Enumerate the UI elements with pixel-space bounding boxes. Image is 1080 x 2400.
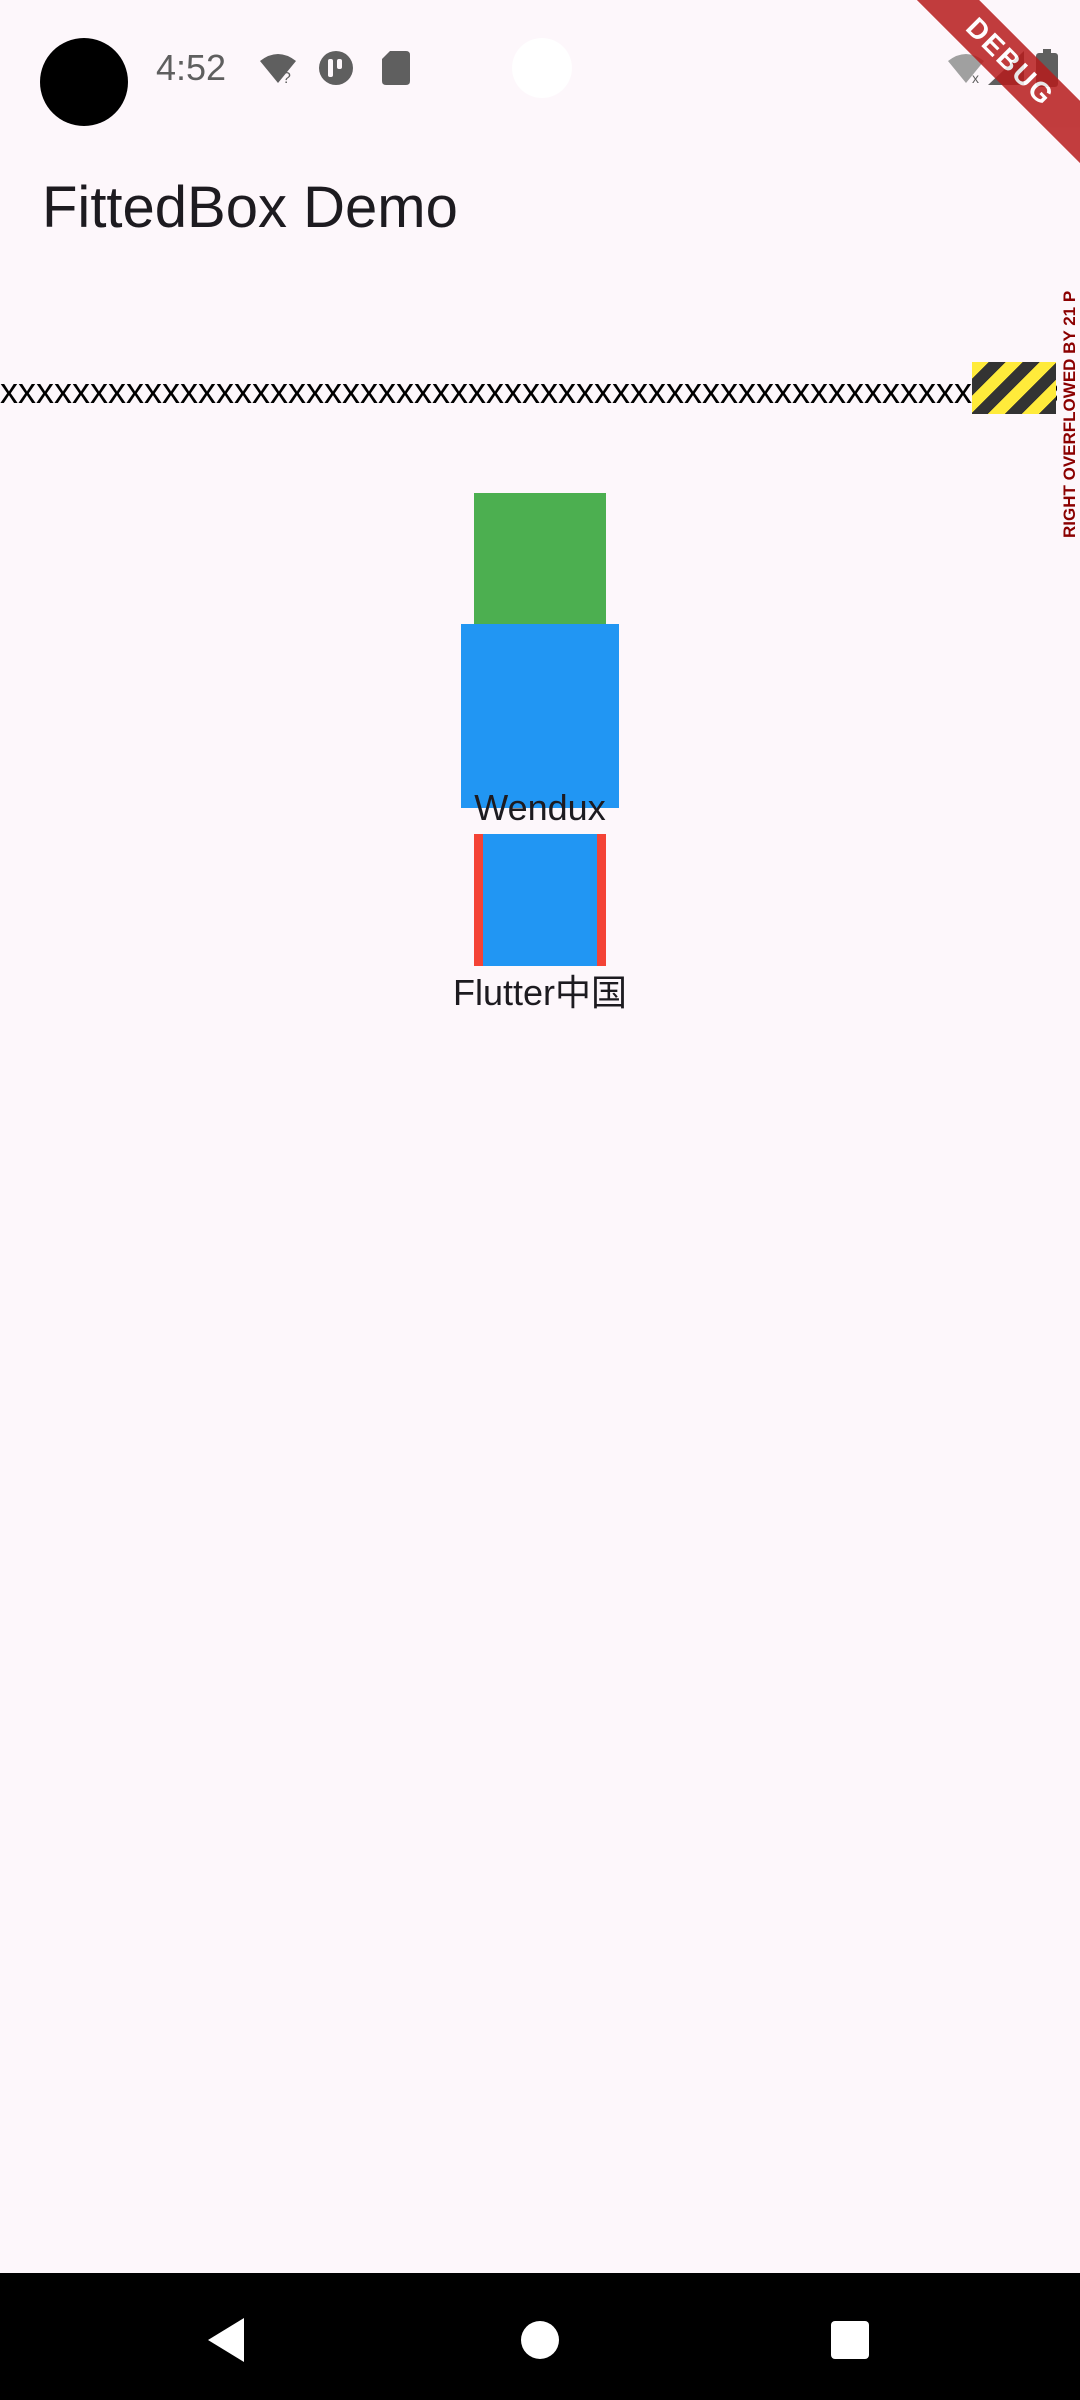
green-box bbox=[474, 493, 606, 625]
overflow-indicator bbox=[972, 362, 1056, 414]
status-dot bbox=[512, 38, 572, 98]
debug-banner: DEBUG bbox=[895, 0, 1080, 177]
contained-blue-box bbox=[483, 834, 597, 966]
back-icon[interactable] bbox=[186, 2300, 266, 2380]
home-icon[interactable] bbox=[500, 2300, 580, 2380]
overflow-text-row: xxxxxxxxxxxxxxxxxxxxxxxxxxxxxxxxxxxxxxxx… bbox=[0, 370, 1057, 411]
svg-text:?: ? bbox=[282, 70, 291, 85]
accessibility-icon bbox=[314, 48, 358, 88]
wifi-question-icon: ? bbox=[256, 48, 300, 88]
flutter-china-label: Flutter中国 bbox=[452, 972, 628, 1013]
sd-card-icon bbox=[376, 48, 416, 88]
svg-text:x: x bbox=[972, 70, 979, 85]
overflow-warning-label: RIGHT OVERFLOWED BY 21 P bbox=[1060, 290, 1079, 538]
camera-cutout bbox=[40, 38, 128, 126]
recents-icon[interactable] bbox=[810, 2300, 890, 2380]
page-title: FittedBox Demo bbox=[42, 175, 458, 240]
status-time: 4:52 bbox=[156, 47, 227, 88]
fitted-blue-box bbox=[461, 624, 619, 808]
wendux-label: Wendux bbox=[474, 787, 606, 828]
